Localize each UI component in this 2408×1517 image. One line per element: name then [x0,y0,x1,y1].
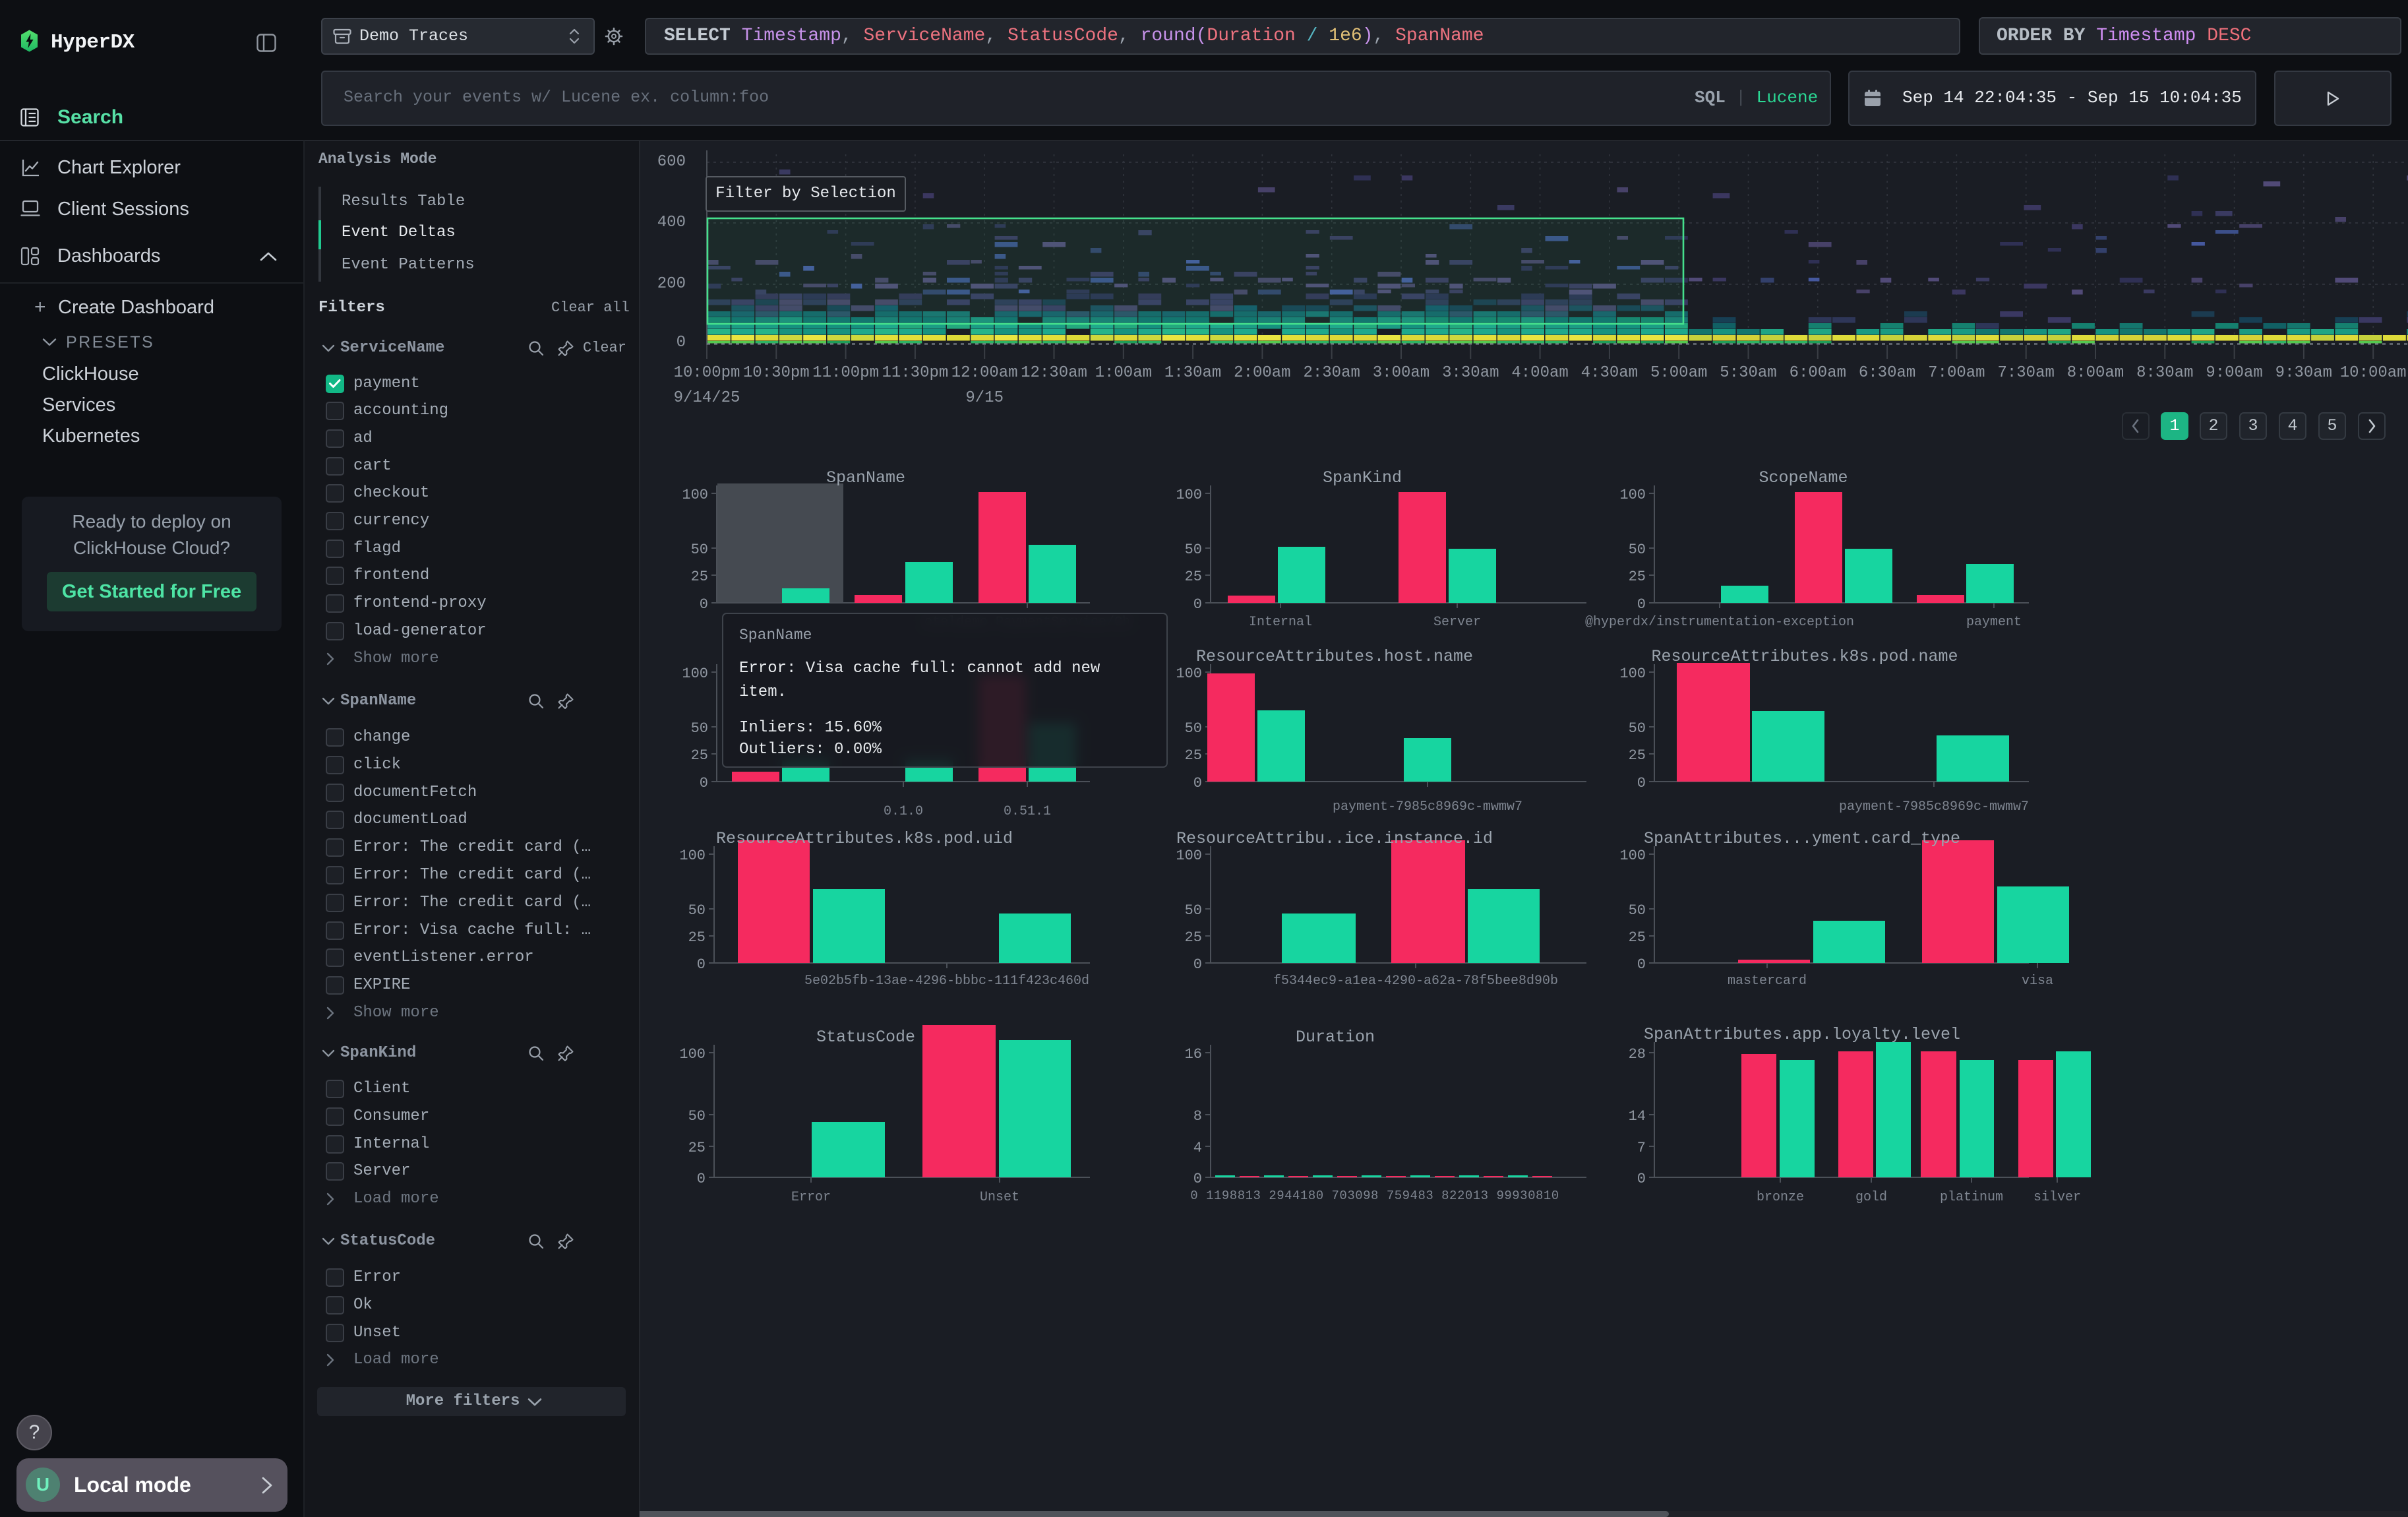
svg-text:0: 0 [700,596,708,613]
svg-text:25: 25 [1185,569,1202,585]
svg-text:50: 50 [1185,902,1202,919]
svg-text:0: 0 [1637,596,1646,613]
svg-text:Internal: Internal [1249,615,1312,630]
svg-text:50: 50 [1185,720,1202,737]
svg-text:7: 7 [1637,1140,1646,1156]
svg-text:Server: Server [1433,615,1481,630]
svg-text:payment-7985c8969c-mwmw7: payment-7985c8969c-mwmw7 [1333,799,1522,815]
svg-text:25: 25 [688,929,706,946]
svg-text:payment-7985c8969c-mwmw7: payment-7985c8969c-mwmw7 [1839,799,2029,815]
svg-text:100: 100 [682,666,708,682]
svg-text:bronze: bronze [1757,1190,1804,1205]
svg-text:0: 0 [700,775,708,791]
svg-text:50: 50 [1629,542,1646,558]
svg-text:0: 0 [697,956,706,973]
svg-text:Error: Error [791,1190,831,1205]
svg-text:14: 14 [1629,1108,1646,1125]
svg-text:0: 0 [1637,956,1646,973]
svg-text:50: 50 [688,902,706,919]
svg-text:50: 50 [691,720,708,737]
svg-text:0: 0 [697,1171,706,1187]
svg-text:25: 25 [1629,929,1646,946]
svg-text:25: 25 [691,569,708,585]
svg-text:50: 50 [1629,720,1646,737]
svg-text:f5344ec9-a1ea-4290-a62a-78f5be: f5344ec9-a1ea-4290-a62a-78f5bee8d90b [1273,974,1558,989]
svg-text:gold: gold [1855,1190,1887,1205]
svg-text:platinum: platinum [1940,1190,2003,1205]
svg-text:@hyperdx/instrumentation-excep: @hyperdx/instrumentation-exception [1585,615,1854,630]
svg-text:25: 25 [1185,929,1202,946]
svg-text:25: 25 [688,1140,706,1156]
svg-text:0: 0 [1637,775,1646,791]
svg-text:50: 50 [688,1108,706,1125]
svg-text:25: 25 [1185,747,1202,764]
svg-text:25: 25 [1629,569,1646,585]
svg-text:8: 8 [1193,1108,1202,1125]
svg-text:silver: silver [2033,1190,2081,1205]
svg-text:payment: payment [1966,615,2022,630]
svg-text:0: 0 [1193,596,1202,613]
svg-text:0.1.0: 0.1.0 [884,804,923,819]
svg-text:25: 25 [691,747,708,764]
svg-text:0: 0 [1193,956,1202,973]
svg-text:50: 50 [1629,902,1646,919]
svg-text:visa: visa [2022,974,2053,989]
svg-text:25: 25 [1629,747,1646,764]
svg-text:4: 4 [1193,1140,1202,1156]
svg-text:50: 50 [691,542,708,558]
svg-text:50: 50 [1185,542,1202,558]
svg-text:mastercard: mastercard [1728,974,1807,989]
svg-text:0.51.1: 0.51.1 [1004,804,1051,819]
svg-text:5e02b5fb-13ae-4296-bbbc-111f42: 5e02b5fb-13ae-4296-bbbc-111f423c460d [804,974,1089,989]
svg-text:0: 0 [1193,775,1202,791]
svg-text:0: 0 [1637,1171,1646,1187]
